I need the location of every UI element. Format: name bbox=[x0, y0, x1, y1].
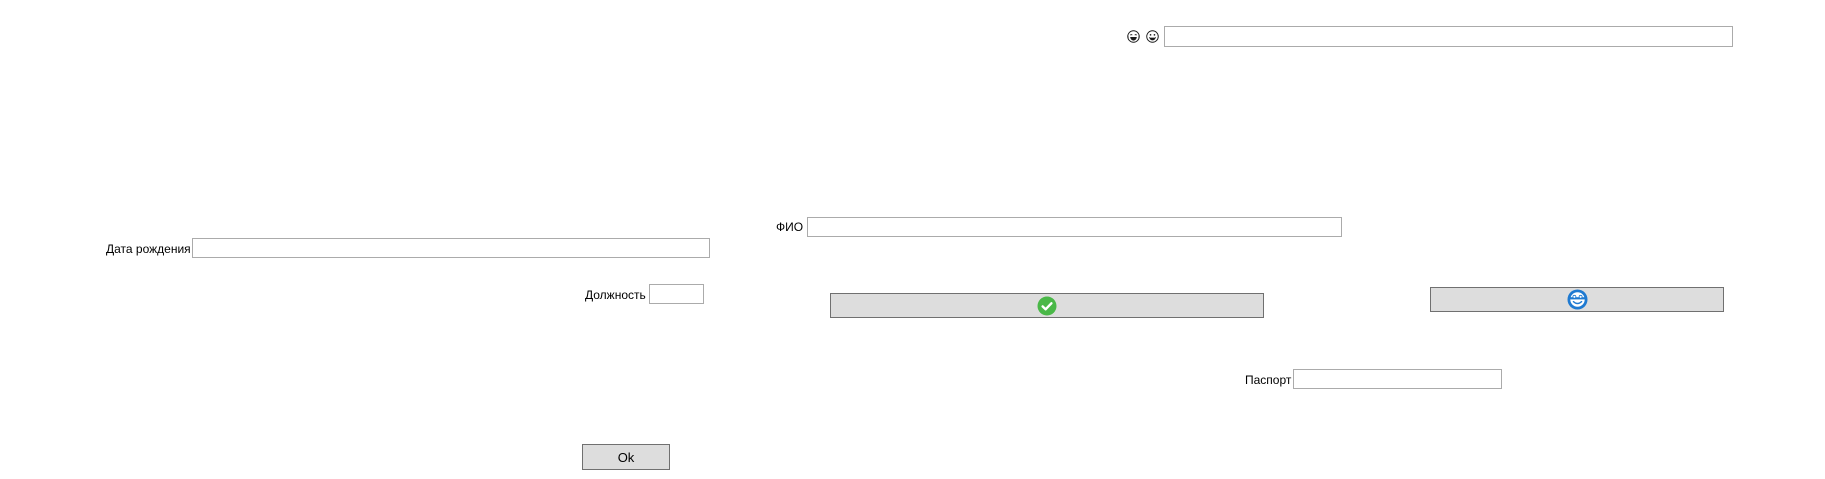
passport-input[interactable] bbox=[1293, 369, 1502, 389]
ok-button[interactable]: Ok bbox=[582, 444, 670, 470]
blue-icon-button[interactable] bbox=[1430, 287, 1724, 312]
fio-label: ФИО bbox=[776, 220, 804, 234]
birth-date-label: Дата рождения bbox=[106, 242, 191, 256]
position-input[interactable] bbox=[649, 284, 704, 304]
grinning-face-icon bbox=[1146, 30, 1159, 43]
position-label: Должность bbox=[585, 288, 646, 302]
birth-date-input[interactable] bbox=[192, 238, 710, 258]
fio-input[interactable] bbox=[807, 217, 1342, 237]
check-circle-icon bbox=[1037, 296, 1057, 315]
laughing-face-icon bbox=[1127, 30, 1140, 43]
passport-label: Паспорт bbox=[1245, 373, 1292, 387]
confirm-check-button[interactable] bbox=[830, 293, 1264, 318]
blue-smiley-icon bbox=[1567, 289, 1587, 310]
top-text-input[interactable] bbox=[1164, 26, 1733, 47]
